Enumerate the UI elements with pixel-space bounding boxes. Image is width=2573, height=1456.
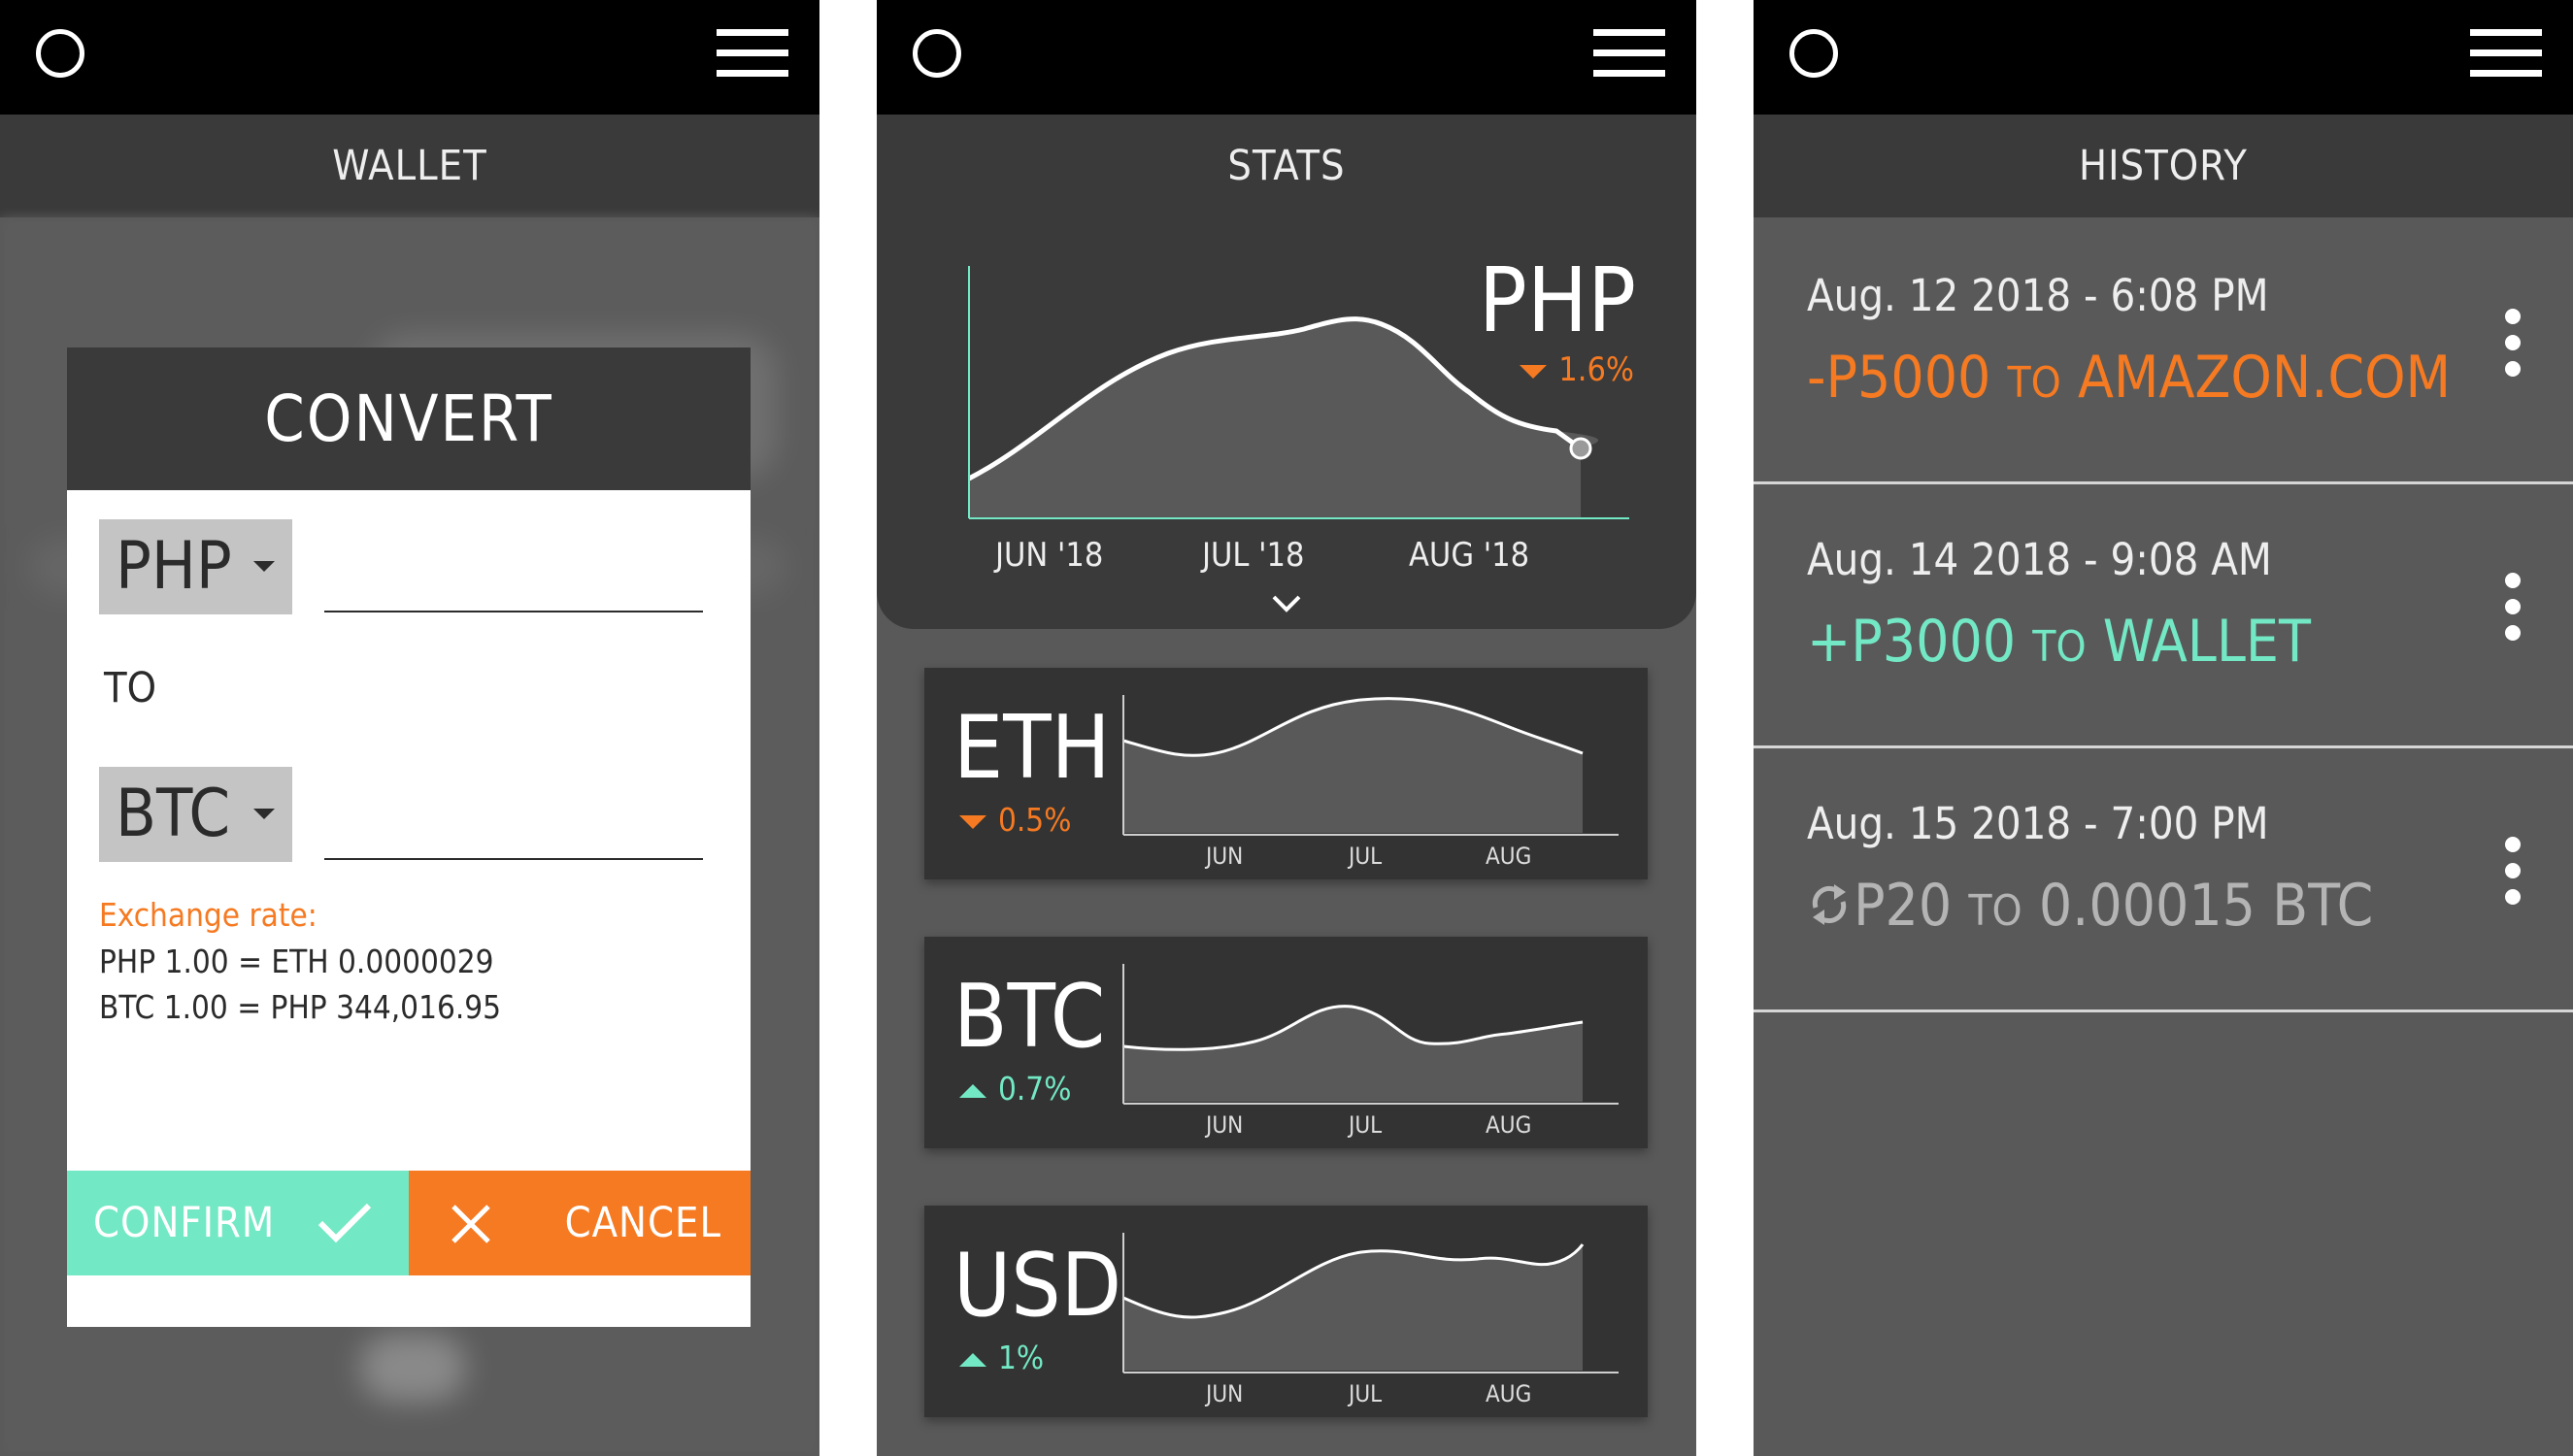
chevron-down-icon [253, 809, 275, 819]
transaction-amount: P20 [1854, 872, 1953, 940]
page-title: WALLET [332, 142, 487, 190]
month-label: JUL [1349, 1111, 1383, 1139]
confirm-label: CONFIRM [93, 1199, 276, 1247]
month-label: JUN [1206, 843, 1244, 870]
transaction-date: Aug. 15 2018 - 7:00 PM [1807, 798, 2269, 849]
transaction-target: WALLET [2102, 608, 2311, 676]
transaction-date: Aug. 14 2018 - 9:08 AM [1807, 534, 2272, 585]
to-word: TO [1968, 886, 2022, 936]
stats-screen: STATS PHP 1.6% JUN '18 JUL '18 AUG '18 E… [877, 0, 1696, 1456]
transaction-amount: -P5000 [1807, 344, 1991, 412]
month-label: AUG [1486, 843, 1532, 870]
from-amount-input[interactable] [324, 611, 703, 612]
checkmark-icon [317, 1203, 372, 1243]
to-label: TO [104, 664, 157, 712]
php-change-value: 1.6% [1558, 350, 1634, 389]
month-label: JUN [1206, 1111, 1244, 1139]
to-word: TO [2007, 358, 2061, 408]
chevron-down-icon [253, 561, 275, 572]
php-last-point [1569, 437, 1592, 460]
hamburger-menu-icon[interactable] [717, 29, 788, 78]
circle-logo-icon[interactable] [36, 29, 84, 78]
eth-stats-card[interactable]: ETH 0.5% JUN JUL AUG [924, 668, 1648, 879]
page-title: HISTORY [2079, 142, 2248, 190]
transaction-amount: +P3000 [1807, 608, 2017, 676]
history-item[interactable]: Aug. 14 2018 - 9:08 AM +P3000 TO WALLET [1754, 481, 2573, 748]
month-label: AUG [1486, 1380, 1532, 1407]
month-label: AUG '18 [1409, 536, 1530, 575]
php-currency-label: PHP [1478, 248, 1636, 352]
to-amount-input[interactable] [324, 858, 703, 860]
hamburger-menu-icon[interactable] [1593, 29, 1665, 78]
month-label: JUL '18 [1202, 536, 1305, 575]
top-bar [877, 0, 1696, 115]
month-label: JUL [1349, 843, 1383, 870]
month-label: AUG [1486, 1111, 1532, 1139]
more-options-icon[interactable] [2505, 837, 2521, 905]
btc-stats-card[interactable]: BTC 0.7% JUN JUL AUG [924, 937, 1648, 1148]
convert-dialog-header: CONVERT [67, 347, 751, 490]
title-bar: WALLET [0, 115, 819, 217]
transaction-date: Aug. 12 2018 - 6:08 PM [1807, 270, 2269, 321]
chevron-down-icon[interactable] [1271, 594, 1302, 613]
page-title: STATS [1227, 142, 1346, 190]
transaction-target: AMAZON.COM [2077, 344, 2452, 412]
cancel-label: CANCEL [564, 1199, 721, 1247]
usd-sparkline [1122, 1233, 1619, 1373]
transaction-description: P20 TO 0.00015 BTC [1807, 872, 2373, 940]
exchange-rate-line: PHP 1.00 = ETH 0.0000029 [99, 943, 494, 980]
history-screen: HISTORY Aug. 12 2018 - 6:08 PM -P5000 TO… [1754, 0, 2573, 1456]
btc-sparkline [1122, 964, 1619, 1105]
confirm-button[interactable]: CONFIRM [67, 1171, 409, 1275]
top-bar [1754, 0, 2573, 115]
convert-dialog: CONVERT PHP TO BTC Exchange rate: PHP 1.… [67, 347, 751, 1327]
usd-stats-card[interactable]: USD 1% JUN JUL AUG [924, 1206, 1648, 1417]
circle-logo-icon[interactable] [913, 29, 961, 78]
triangle-down-icon [1520, 364, 1548, 379]
to-word: TO [2032, 622, 2087, 672]
transaction-target: 0.00015 BTC [2038, 872, 2374, 940]
wallet-screen: WALLET CONVERT PHP TO BTC Exchange rate:… [0, 0, 819, 1456]
more-options-icon[interactable] [2505, 309, 2521, 377]
from-currency-select[interactable]: PHP [99, 519, 292, 614]
cancel-button[interactable]: CANCEL [409, 1171, 751, 1275]
exchange-rate-label: Exchange rate: [99, 896, 317, 934]
php-stats-card[interactable]: PHP 1.6% JUN '18 JUL '18 AUG '18 [877, 217, 1696, 629]
month-label: JUN '18 [995, 536, 1104, 575]
refresh-icon [1812, 884, 1847, 925]
month-label: JUL [1349, 1380, 1383, 1407]
more-options-icon[interactable] [2505, 573, 2521, 641]
from-currency-value: PHP [116, 528, 232, 605]
close-icon [451, 1205, 490, 1243]
to-currency-value: BTC [116, 776, 231, 852]
transaction-description: -P5000 TO AMAZON.COM [1807, 344, 2451, 412]
exchange-rate-line: BTC 1.00 = PHP 344,016.95 [99, 988, 502, 1026]
eth-sparkline [1122, 695, 1619, 836]
php-change: 1.6% [1520, 353, 1634, 386]
to-currency-select[interactable]: BTC [99, 767, 292, 862]
title-bar: HISTORY [1754, 115, 2573, 217]
convert-title: CONVERT [264, 381, 553, 456]
top-bar [0, 0, 819, 115]
transaction-description: +P3000 TO WALLET [1807, 608, 2311, 676]
title-bar: STATS [877, 115, 1696, 217]
history-item[interactable]: Aug. 12 2018 - 6:08 PM -P5000 TO AMAZON.… [1754, 217, 2573, 484]
circle-logo-icon[interactable] [1789, 29, 1838, 78]
month-label: JUN [1206, 1380, 1244, 1407]
hamburger-menu-icon[interactable] [2470, 29, 2542, 78]
history-item[interactable]: Aug. 15 2018 - 7:00 PM P20 TO 0.00015 BT… [1754, 745, 2573, 1012]
